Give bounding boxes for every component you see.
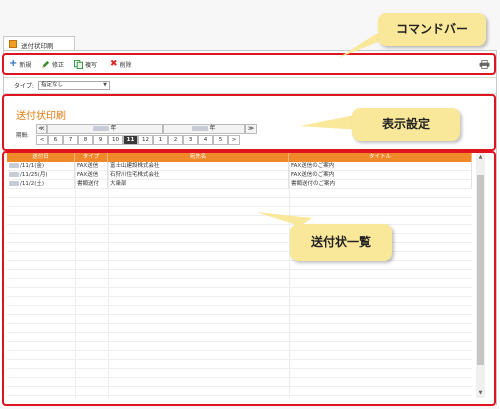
- document-icon: [9, 40, 17, 48]
- tab-sendletter-print[interactable]: 送付状印刷: [3, 36, 75, 51]
- chevron-down-icon: ▼: [103, 81, 108, 88]
- type-select-value: 指定なし: [41, 81, 64, 88]
- callout-display-settings: 表示設定: [352, 108, 460, 141]
- type-filter: タイプ: 指定なし ▼: [14, 80, 111, 90]
- callout-command-bar: コマンドバー: [378, 13, 486, 46]
- command-bar-highlight: [2, 53, 496, 75]
- tab-label: 送付状印刷: [21, 42, 54, 50]
- callout-list: 送付状一覧: [290, 224, 392, 261]
- list-highlight: [2, 151, 496, 406]
- type-select[interactable]: 指定なし ▼: [38, 80, 111, 90]
- toolbar-divider: [4, 77, 496, 78]
- type-label: タイプ:: [14, 82, 35, 90]
